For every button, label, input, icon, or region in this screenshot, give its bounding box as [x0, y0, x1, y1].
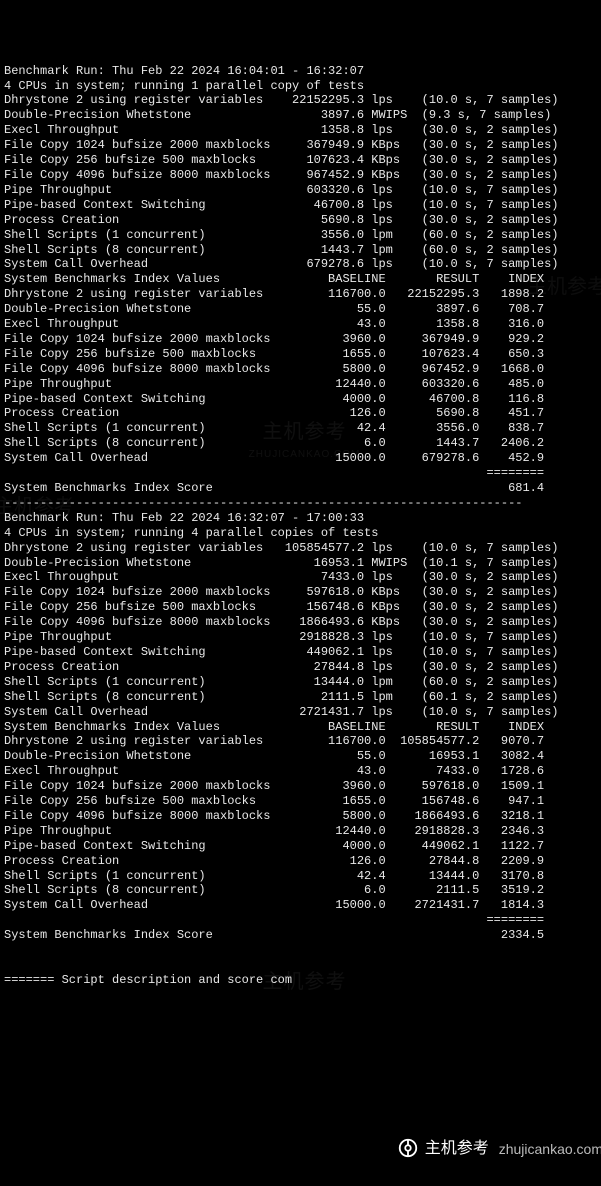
output-line: Execl Throughput 1358.8 lps (30.0 s, 2 s…: [4, 123, 601, 138]
footer-brand: 主机参考: [425, 1142, 489, 1157]
output-line: File Copy 1024 bufsize 2000 maxblocks 36…: [4, 138, 601, 153]
output-line: Shell Scripts (8 concurrent) 6.0 1443.7 …: [4, 436, 601, 451]
output-line: Dhrystone 2 using register variables 116…: [4, 734, 601, 749]
output-line: Dhrystone 2 using register variables 105…: [4, 541, 601, 556]
output-line: Pipe Throughput 12440.0 603320.6 485.0: [4, 377, 601, 392]
output-line: Pipe Throughput 603320.6 lps (10.0 s, 7 …: [4, 183, 601, 198]
output-line: File Copy 4096 bufsize 8000 maxblocks 96…: [4, 168, 601, 183]
output-line: File Copy 4096 bufsize 8000 maxblocks 58…: [4, 809, 601, 824]
output-line: Double-Precision Whetstone 55.0 3897.6 7…: [4, 302, 601, 317]
output-line: File Copy 4096 bufsize 8000 maxblocks 58…: [4, 362, 601, 377]
output-line: File Copy 1024 bufsize 2000 maxblocks 39…: [4, 332, 601, 347]
output-line: File Copy 1024 bufsize 2000 maxblocks 39…: [4, 779, 601, 794]
output-line: 4 CPUs in system; running 4 parallel cop…: [4, 526, 601, 541]
output-line: Double-Precision Whetstone 55.0 16953.1 …: [4, 749, 601, 764]
output-line: Shell Scripts (8 concurrent) 2111.5 lpm …: [4, 690, 601, 705]
output-line: Dhrystone 2 using register variables 221…: [4, 93, 601, 108]
output-line: Execl Throughput 43.0 7433.0 1728.6: [4, 764, 601, 779]
output-line: Execl Throughput 43.0 1358.8 316.0: [4, 317, 601, 332]
output-line: Pipe Throughput 2918828.3 lps (10.0 s, 7…: [4, 630, 601, 645]
output-line: System Call Overhead 2721431.7 lps (10.0…: [4, 705, 601, 720]
output-line: Pipe Throughput 12440.0 2918828.3 2346.3: [4, 824, 601, 839]
output-line: Pipe-based Context Switching 46700.8 lps…: [4, 198, 601, 213]
output-line: System Call Overhead 15000.0 679278.6 45…: [4, 451, 601, 466]
output-line: Pipe-based Context Switching 4000.0 4490…: [4, 839, 601, 854]
output-line: System Benchmarks Index Values BASELINE …: [4, 272, 601, 287]
output-line: System Call Overhead 679278.6 lps (10.0 …: [4, 257, 601, 272]
output-line: Shell Scripts (1 concurrent) 42.4 3556.0…: [4, 421, 601, 436]
host-icon: [379, 1122, 419, 1178]
output-line: [4, 958, 601, 973]
output-line: File Copy 256 bufsize 500 maxblocks 1567…: [4, 600, 601, 615]
output-line: Pipe-based Context Switching 4000.0 4670…: [4, 392, 601, 407]
output-line: File Copy 256 bufsize 500 maxblocks 1655…: [4, 794, 601, 809]
output-line: 4 CPUs in system; running 1 parallel cop…: [4, 79, 601, 94]
output-line: Process Creation 5690.8 lps (30.0 s, 2 s…: [4, 213, 601, 228]
output-line: [4, 943, 601, 958]
output-line: Process Creation 126.0 27844.8 2209.9: [4, 854, 601, 869]
output-line: Shell Scripts (1 concurrent) 42.4 13444.…: [4, 869, 601, 884]
output-line: ======= Script description and score com: [4, 973, 601, 988]
output-line: Shell Scripts (8 concurrent) 1443.7 lpm …: [4, 243, 601, 258]
output-line: ========: [4, 913, 601, 928]
output-line: File Copy 256 bufsize 500 maxblocks 1076…: [4, 153, 601, 168]
output-line: File Copy 1024 bufsize 2000 maxblocks 59…: [4, 585, 601, 600]
output-line: Process Creation 27844.8 lps (30.0 s, 2 …: [4, 660, 601, 675]
output-line: File Copy 256 bufsize 500 maxblocks 1655…: [4, 347, 601, 362]
output-line: System Benchmarks Index Values BASELINE …: [4, 720, 601, 735]
output-line: Execl Throughput 7433.0 lps (30.0 s, 2 s…: [4, 570, 601, 585]
output-line: Pipe-based Context Switching 449062.1 lp…: [4, 645, 601, 660]
output-line: Benchmark Run: Thu Feb 22 2024 16:32:07 …: [4, 511, 601, 526]
output-line: System Benchmarks Index Score 2334.5: [4, 928, 601, 943]
output-line: Shell Scripts (8 concurrent) 6.0 2111.5 …: [4, 883, 601, 898]
output-line: Benchmark Run: Thu Feb 22 2024 16:04:01 …: [4, 64, 601, 79]
footer-domain: zhujicankao.com: [499, 1142, 601, 1157]
terminal-output: Benchmark Run: Thu Feb 22 2024 16:04:01 …: [4, 64, 601, 988]
output-line: Dhrystone 2 using register variables 116…: [4, 287, 601, 302]
footer-watermark: 主机参考 zhujicankao.com: [379, 1122, 601, 1178]
output-line: ----------------------------------------…: [4, 496, 601, 511]
output-line: Double-Precision Whetstone 3897.6 MWIPS …: [4, 108, 601, 123]
output-line: System Benchmarks Index Score 681.4: [4, 481, 601, 496]
output-line: Process Creation 126.0 5690.8 451.7: [4, 406, 601, 421]
output-line: System Call Overhead 15000.0 2721431.7 1…: [4, 898, 601, 913]
output-line: File Copy 4096 bufsize 8000 maxblocks 18…: [4, 615, 601, 630]
output-line: Shell Scripts (1 concurrent) 13444.0 lpm…: [4, 675, 601, 690]
output-line: Double-Precision Whetstone 16953.1 MWIPS…: [4, 556, 601, 571]
output-line: Shell Scripts (1 concurrent) 3556.0 lpm …: [4, 228, 601, 243]
output-line: ========: [4, 466, 601, 481]
